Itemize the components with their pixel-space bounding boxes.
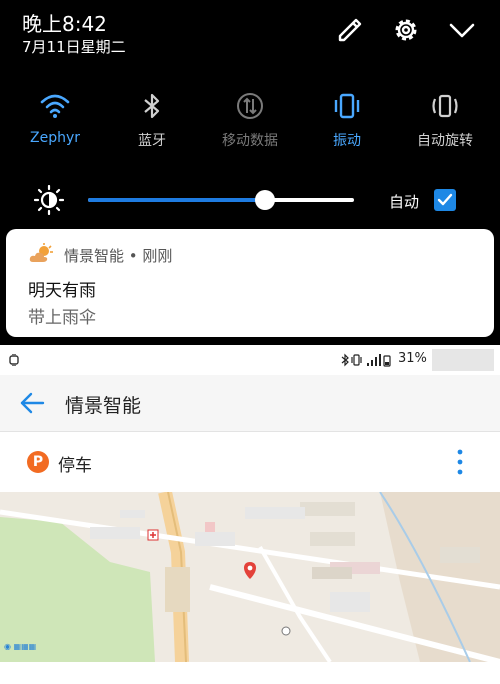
app-screen: 31% 情景智能 P 停车 ◉ ▦▦▦ xyxy=(0,345,500,684)
app-status-bar: 31% xyxy=(0,345,500,375)
auto-brightness-label: 自动 xyxy=(389,193,420,211)
brightness-slider-fill xyxy=(88,198,266,202)
mobile-data-icon xyxy=(237,93,263,119)
weather-notification[interactable]: 情景智能 • 刚刚 明天有雨 带上雨伞 xyxy=(6,229,494,337)
map-graphic xyxy=(0,492,500,662)
parking-map[interactable]: ◉ ▦▦▦ xyxy=(0,492,500,662)
qs-vibrate-label: 振动 xyxy=(333,133,361,149)
settings-icon[interactable] xyxy=(390,14,422,46)
page-title: 情景智能 xyxy=(65,395,142,417)
notification-text: 带上雨伞 xyxy=(28,308,96,328)
qs-mobile-data-label: 移动数据 xyxy=(222,133,278,149)
weather-cloud-sun-icon xyxy=(29,243,53,262)
qs-vibrate[interactable]: 振动 xyxy=(302,90,392,150)
edit-icon[interactable] xyxy=(334,14,366,46)
qs-wifi[interactable]: Zephyr xyxy=(10,90,100,146)
qs-mobile-data[interactable]: 移动数据 xyxy=(205,90,295,150)
status-icons xyxy=(341,353,391,367)
notification-title: 明天有雨 xyxy=(28,281,96,301)
qs-auto-rotate-label: 自动旋转 xyxy=(417,133,473,149)
qs-auto-rotate[interactable]: 自动旋转 xyxy=(400,90,490,150)
clock-date: 7月11日星期二 xyxy=(22,38,126,56)
notification-shade: 晚上8:42 7月11日星期二 Zephyr 蓝牙 移动数据 振动 自动旋转 自… xyxy=(0,0,500,345)
battery-percent: 31% xyxy=(398,351,427,366)
chevron-down-icon[interactable] xyxy=(446,14,478,46)
wifi-icon xyxy=(40,94,70,118)
auto-brightness-checkbox[interactable] xyxy=(434,189,456,211)
watch-icon xyxy=(9,354,19,366)
checkmark-icon xyxy=(437,193,453,206)
rotate-icon xyxy=(432,94,458,118)
parking-icon: P xyxy=(27,451,49,473)
qs-bluetooth[interactable]: 蓝牙 xyxy=(107,90,197,150)
app-top-bar: 情景智能 xyxy=(0,375,500,432)
map-provider-logo: ◉ ▦▦▦ xyxy=(4,642,37,651)
status-blurred-area xyxy=(432,349,494,371)
bluetooth-icon xyxy=(144,93,160,119)
more-options-icon[interactable] xyxy=(456,448,464,476)
qs-bluetooth-label: 蓝牙 xyxy=(138,133,166,149)
brightness-slider-thumb[interactable] xyxy=(255,190,275,210)
vibrate-icon xyxy=(334,93,360,119)
back-arrow-icon[interactable] xyxy=(19,391,45,415)
card-bottom-strip xyxy=(0,662,500,684)
parking-card-title: 停车 xyxy=(58,456,92,476)
clock-time: 晚上8:42 xyxy=(22,12,107,36)
notification-app-name: 情景智能 • 刚刚 xyxy=(64,247,173,265)
brightness-icon xyxy=(34,185,64,215)
qs-wifi-label: Zephyr xyxy=(29,130,80,146)
parking-card-header: P 停车 xyxy=(0,432,500,492)
